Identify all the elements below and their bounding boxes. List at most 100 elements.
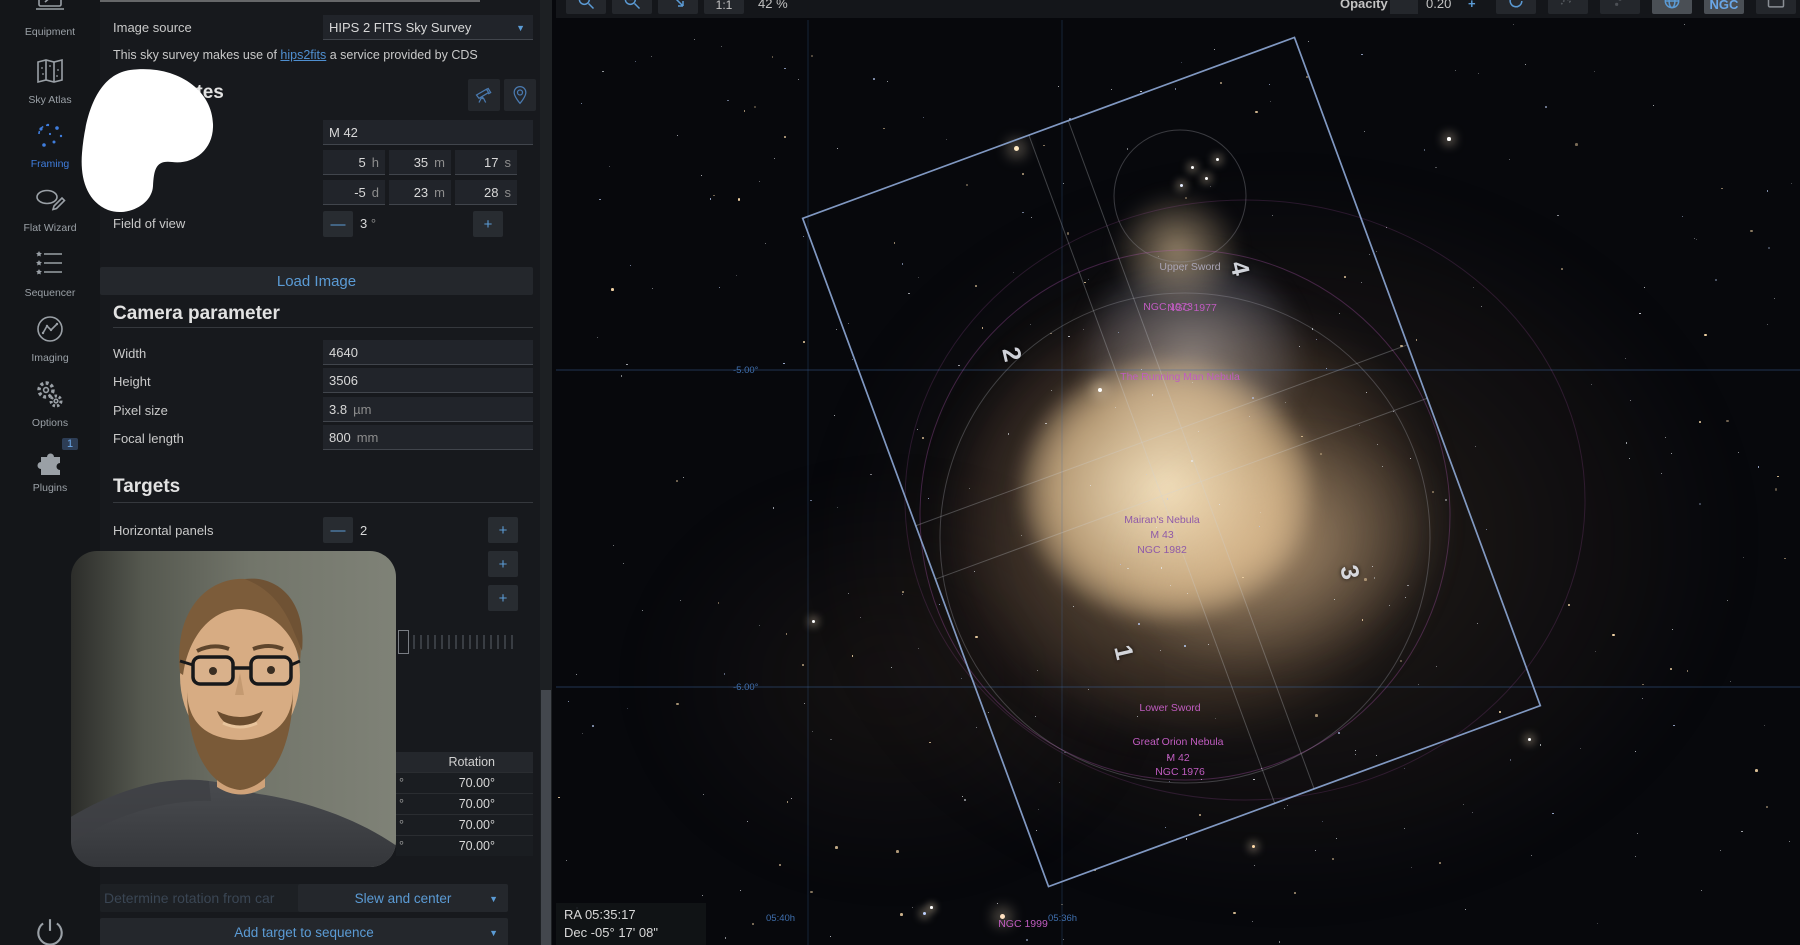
sky-survey-viewport[interactable] <box>552 0 1800 945</box>
camera-row-label: Width <box>113 346 146 361</box>
get-location-button[interactable] <box>504 79 536 111</box>
dust-field-lower-left <box>632 470 1152 890</box>
add-target-to-sequence-button[interactable]: Add target to sequence ▼ <box>100 918 508 945</box>
globe-icon <box>1662 0 1682 11</box>
panel-scrollbar-thumb[interactable] <box>541 690 551 945</box>
ra-hours-input[interactable]: 5h <box>323 150 385 175</box>
target-name-input[interactable]: M 42 <box>323 120 533 145</box>
opacity-minus-button[interactable] <box>1390 0 1418 14</box>
ngc-annotations-toggle-button[interactable]: NGC <box>1704 0 1744 14</box>
mosaic-panel-row[interactable]: ° 70.00° <box>396 814 533 835</box>
sky-annotation: NGC 1977 <box>1167 302 1217 314</box>
sky-annotation: NGC 1982 <box>1137 544 1187 556</box>
grid-coordinate-label: 05:40h <box>766 913 795 924</box>
sidebar-item-options[interactable]: Options <box>0 379 100 429</box>
camera-focal-length-input[interactable]: 800mm <box>323 425 533 450</box>
sky-toolbar: 1:1 42 % Opacity 0.20 + NGC <box>556 0 1800 18</box>
rotation-value: 70.00° <box>459 818 495 832</box>
measure-button[interactable] <box>1548 0 1588 14</box>
chevron-down-icon[interactable]: ▼ <box>489 928 498 938</box>
hidden-column-fragment: ° <box>399 773 404 793</box>
sidebar-item-label: Plugins <box>0 482 100 494</box>
options-icon <box>0 379 100 416</box>
slew-to-coordinates-button[interactable] <box>468 79 500 111</box>
mosaic-panel-row[interactable]: °70.00° <box>396 835 533 856</box>
load-image-button[interactable]: Load Image <box>100 267 533 295</box>
vertical-panels-plus-button[interactable]: + <box>488 551 518 577</box>
equipment-icon <box>0 0 100 25</box>
hidden-column-fragment: ° <box>399 794 404 814</box>
camera-row-label: Pixel size <box>113 403 168 418</box>
m42-core <box>1022 360 1312 620</box>
sequencer-icon <box>0 249 100 286</box>
targets-title: Targets <box>113 476 180 498</box>
zoom-out-button[interactable] <box>612 0 652 14</box>
dec-minutes-input[interactable]: 23m <box>389 180 451 205</box>
fov-plus-button[interactable]: + <box>473 211 503 237</box>
ra-seconds-input[interactable]: 17s <box>455 150 517 175</box>
sidebar-item-imaging[interactable]: Imaging <box>0 314 100 364</box>
stars-icon <box>1610 0 1630 11</box>
rotate-button[interactable] <box>1496 0 1536 14</box>
plugins-icon <box>0 444 100 481</box>
sky-annotation: NGC 1976 <box>1155 766 1205 778</box>
sidebar-item-sequencer[interactable]: Sequencer <box>0 249 100 299</box>
opacity-label: Opacity <box>1340 0 1388 11</box>
slider-thumb[interactable] <box>398 630 409 654</box>
camera-pixel-size-input[interactable]: 3.8µm <box>323 397 533 422</box>
targets-section-rule <box>113 502 533 503</box>
slew-and-center-button[interactable]: Slew and center ▼ <box>298 884 508 912</box>
opacity-value: 0.20 <box>1426 0 1451 11</box>
imaging-icon <box>0 314 100 351</box>
stars-toggle-button[interactable] <box>1600 0 1640 14</box>
horizontal-panels-minus-button[interactable]: — <box>323 517 353 543</box>
one-to-one-button[interactable]: 1:1 <box>704 0 744 14</box>
webcam-overlay <box>71 551 396 867</box>
horizontal-panels-plus-button[interactable]: + <box>488 517 518 543</box>
hidden-column-fragment: ° <box>399 815 404 835</box>
sky-annotation: Great Orion Nebula <box>1132 736 1223 748</box>
image-source-dropdown[interactable]: HIPS 2 FITS Sky Survey ▼ <box>323 15 533 40</box>
fov-value: 3 ° <box>360 216 376 231</box>
dec-seconds-input[interactable]: 28s <box>455 180 517 205</box>
determine-rotation-button[interactable]: Determine rotation from car <box>100 884 300 912</box>
fit-arrow-icon <box>668 0 688 11</box>
overlap-plus-button[interactable]: + <box>488 585 518 611</box>
overlap-slider[interactable] <box>398 630 516 654</box>
camera-height-input[interactable]: 3506 <box>323 368 533 393</box>
sky-annotation: M 43 <box>1150 529 1173 541</box>
telescope-icon <box>474 85 494 105</box>
zoom-in-button[interactable] <box>566 0 606 14</box>
fov-minus-button[interactable]: — <box>323 211 353 237</box>
mosaic-panel-row[interactable]: °70.00° <box>396 772 533 793</box>
sidebar-item-equipment[interactable]: Equipment <box>0 0 100 38</box>
sky-background-toggle-button[interactable] <box>1652 0 1692 14</box>
grid-coordinate-label: -5.00° <box>733 365 758 376</box>
camera-row-label: Focal length <box>113 431 184 446</box>
power-button[interactable] <box>33 916 67 945</box>
nina-framing-window: Upper SwordNGC 1973NGC 1977The Running M… <box>0 0 1800 945</box>
opacity-plus-button[interactable]: + <box>1468 0 1476 11</box>
ra-minutes-input[interactable]: 35m <box>389 150 451 175</box>
sidebar-item-plugins[interactable]: Plugins1 <box>0 444 100 494</box>
grid-coordinate-label: -6.00° <box>733 682 758 693</box>
camera-width-input[interactable]: 4640 <box>323 340 533 365</box>
dec-degrees-input[interactable]: -5d <box>323 180 385 205</box>
panel-rect-icon <box>1766 0 1786 11</box>
sky-annotation: NGC 1999 <box>998 918 1048 930</box>
hips2fits-link[interactable]: hips2fits <box>280 48 326 62</box>
sky-annotation: M 42 <box>1166 752 1189 764</box>
dust-field <box>832 180 1732 900</box>
slider-ticks <box>413 635 513 649</box>
zoom-fit-button[interactable] <box>658 0 698 14</box>
horizontal-panels-label: Horizontal panels <box>113 523 213 538</box>
white-blob-overlay <box>76 66 216 222</box>
panel-toggle-button[interactable] <box>1756 0 1796 14</box>
status-ra: RA 05:35:17 <box>564 906 698 924</box>
power-icon <box>33 916 67 945</box>
mosaic-panel-row[interactable]: ° 70.00° <box>396 793 533 814</box>
rotation-value: 70.00° <box>459 797 495 811</box>
chevron-down-icon[interactable]: ▼ <box>489 894 498 904</box>
grid-coordinate-label: 05:36h <box>1048 913 1077 924</box>
rotation-column-header: Rotation <box>396 752 533 772</box>
